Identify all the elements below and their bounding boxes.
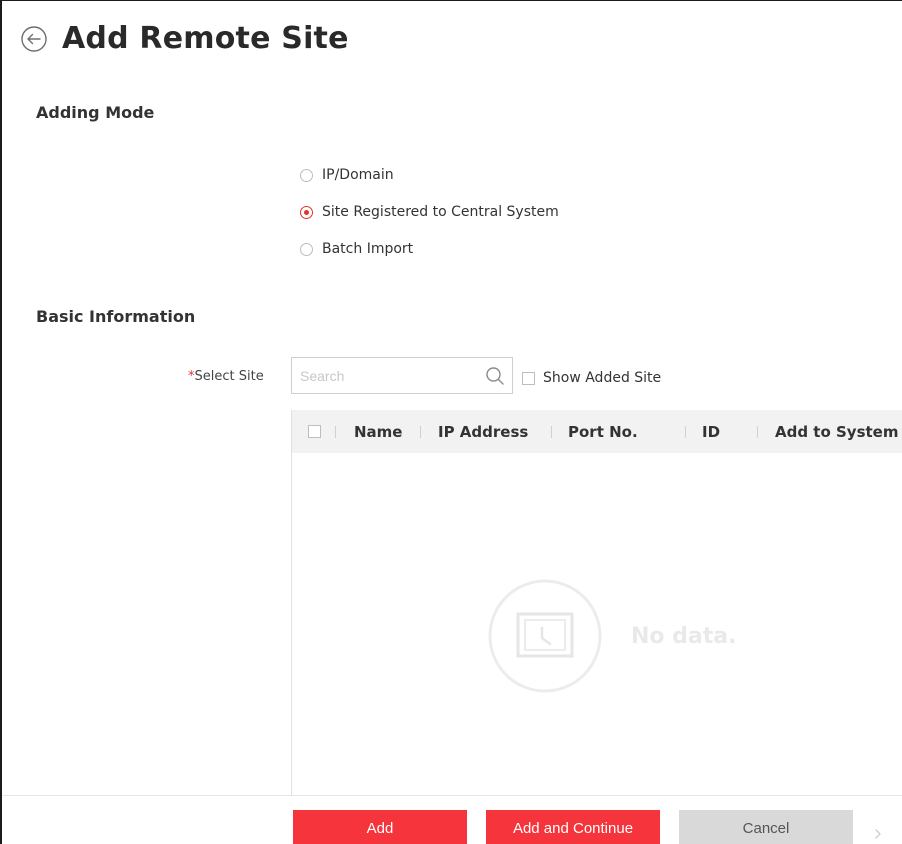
show-added-site-toggle[interactable]: Show Added Site xyxy=(522,370,661,386)
basic-information-title: Basic Information xyxy=(36,307,196,326)
radio-button[interactable] xyxy=(300,242,313,256)
table-header: Name IP Address Port No. ID Add to Syste… xyxy=(292,410,902,453)
site-table: Name IP Address Port No. ID Add to Syste… xyxy=(291,410,902,795)
column-separator xyxy=(335,426,336,438)
radio-button-selected[interactable] xyxy=(300,205,313,219)
show-added-site-label: Show Added Site xyxy=(543,370,662,386)
cancel-button[interactable]: Cancel xyxy=(679,810,853,844)
column-header-ip-address[interactable]: IP Address xyxy=(438,410,528,453)
search-icon[interactable] xyxy=(484,365,506,387)
select-all-cell xyxy=(308,410,321,453)
empty-state-text: No data. xyxy=(631,623,737,649)
column-separator xyxy=(551,426,552,438)
radio-batch-import[interactable]: Batch Import xyxy=(300,241,413,257)
column-header-port-no[interactable]: Port No. xyxy=(568,410,638,453)
page-frame: Add Remote Site Adding Mode IP/Domain Si… xyxy=(0,0,902,844)
page-header: Add Remote Site xyxy=(20,21,349,56)
column-header-add-to-system[interactable]: Add to System xyxy=(775,410,899,453)
radio-button[interactable] xyxy=(300,168,313,182)
footer-bar: Add Add and Continue Cancel xyxy=(2,795,902,844)
column-separator xyxy=(685,426,686,438)
radio-label: IP/Domain xyxy=(322,167,394,183)
column-header-name[interactable]: Name xyxy=(354,410,402,453)
select-site-label: *Select Site xyxy=(188,369,264,384)
empty-state: No data. xyxy=(487,578,737,694)
search-box xyxy=(291,357,513,394)
radio-site-registered[interactable]: Site Registered to Central System xyxy=(300,204,559,220)
radio-label: Batch Import xyxy=(322,241,414,257)
empty-data-icon xyxy=(488,579,602,693)
adding-mode-title: Adding Mode xyxy=(36,103,155,122)
column-header-id[interactable]: ID xyxy=(702,410,720,453)
column-separator xyxy=(420,426,421,438)
select-site-label-text: Select Site xyxy=(194,369,264,384)
arrow-left-circle-icon[interactable] xyxy=(20,25,48,53)
page-title: Add Remote Site xyxy=(62,21,349,56)
select-all-checkbox[interactable] xyxy=(308,425,321,438)
add-button[interactable]: Add xyxy=(293,810,467,844)
radio-ip-domain[interactable]: IP/Domain xyxy=(300,167,394,183)
chevron-right-icon[interactable] xyxy=(872,827,884,841)
column-separator xyxy=(757,426,758,438)
show-added-site-checkbox[interactable] xyxy=(522,371,535,385)
add-and-continue-button[interactable]: Add and Continue xyxy=(486,810,660,844)
search-input[interactable] xyxy=(292,358,484,393)
radio-label: Site Registered to Central System xyxy=(322,204,559,220)
